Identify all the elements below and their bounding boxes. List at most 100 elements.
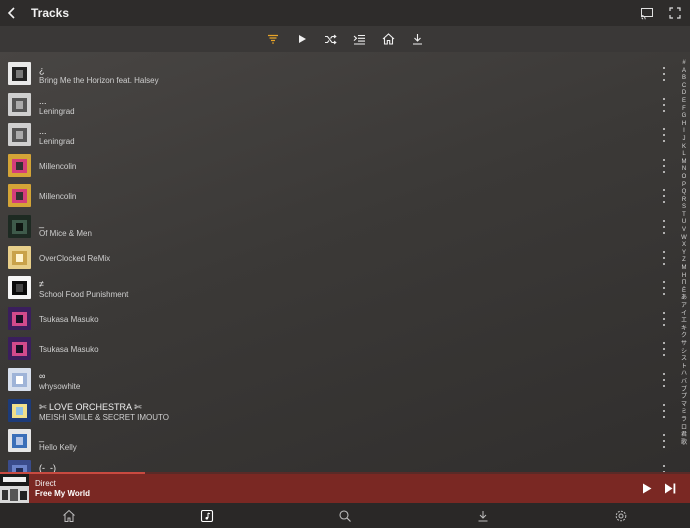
nav-search-button[interactable] bbox=[338, 509, 352, 523]
index-letter[interactable]: A bbox=[682, 68, 686, 76]
index-letter[interactable]: プ bbox=[681, 394, 687, 402]
index-letter[interactable]: B bbox=[682, 75, 686, 83]
index-letter[interactable]: H bbox=[682, 121, 686, 129]
index-letter[interactable]: ブ bbox=[681, 387, 687, 395]
more-options-icon[interactable] bbox=[660, 311, 668, 326]
index-letter[interactable]: J bbox=[683, 136, 686, 144]
track-row[interactable]: (-_-) bbox=[0, 456, 680, 472]
back-button[interactable] bbox=[1, 0, 23, 26]
track-row[interactable]: ✄ LOVE ORCHESTRA ✄ MEISHI SMILE & SECRET … bbox=[0, 395, 680, 426]
index-letter[interactable]: O bbox=[682, 174, 687, 182]
index-letter[interactable]: M bbox=[682, 159, 687, 167]
index-letter[interactable]: X bbox=[682, 242, 686, 250]
index-letter[interactable]: ロ bbox=[681, 425, 687, 433]
index-letter[interactable]: あ bbox=[681, 295, 687, 303]
index-letter[interactable]: U bbox=[682, 219, 686, 227]
index-letter[interactable]: L bbox=[682, 151, 685, 159]
index-letter[interactable]: М bbox=[682, 265, 687, 273]
download-button[interactable] bbox=[403, 26, 432, 52]
track-list[interactable]: ¿ Bring Me the Horizon feat. Halsey ... Le… bbox=[0, 58, 680, 472]
index-letter[interactable]: Y bbox=[682, 250, 686, 258]
more-options-icon[interactable] bbox=[660, 434, 668, 449]
index-letter[interactable]: E bbox=[682, 98, 686, 106]
index-letter[interactable]: ト bbox=[681, 364, 687, 372]
home-button[interactable] bbox=[374, 26, 403, 52]
track-row[interactable]: Millencolin bbox=[0, 180, 680, 211]
index-letter[interactable]: C bbox=[682, 83, 686, 91]
more-options-icon[interactable] bbox=[660, 219, 668, 234]
index-letter[interactable]: F bbox=[682, 106, 686, 114]
index-letter[interactable]: ラ bbox=[681, 417, 687, 425]
index-letter[interactable]: # bbox=[682, 60, 685, 68]
index-letter[interactable]: Q bbox=[682, 189, 687, 197]
index-letter[interactable]: N bbox=[682, 166, 686, 174]
cast-button[interactable] bbox=[640, 6, 654, 20]
track-title: ✄ LOVE ORCHESTRA ✄ bbox=[39, 401, 142, 412]
more-options-icon[interactable] bbox=[660, 97, 668, 112]
index-letter[interactable]: P bbox=[682, 182, 686, 190]
index-letter[interactable]: R bbox=[682, 197, 686, 205]
alphabet-index[interactable]: # A B C D E F G H I J K L M N O P Q R S T U V W X Y Z М Н П Ё あアイエキクサシス… bbox=[678, 60, 690, 470]
cast-icon bbox=[641, 8, 653, 20]
more-options-icon[interactable] bbox=[660, 372, 668, 387]
track-row[interactable]: OverClocked ReMix bbox=[0, 242, 680, 273]
index-letter[interactable]: T bbox=[682, 212, 686, 220]
nav-home-button[interactable] bbox=[62, 509, 76, 523]
more-options-icon[interactable] bbox=[660, 128, 668, 143]
track-row[interactable]: Tsukasa Masuko bbox=[0, 333, 680, 364]
track-row[interactable]: _ Hello Kelly bbox=[0, 425, 680, 456]
index-letter[interactable]: П bbox=[682, 280, 686, 288]
more-options-icon[interactable] bbox=[660, 464, 668, 472]
index-letter[interactable]: Z bbox=[682, 257, 686, 265]
more-options-icon[interactable] bbox=[660, 158, 668, 173]
track-row[interactable]: ... Leningrad bbox=[0, 89, 680, 120]
more-options-icon[interactable] bbox=[660, 281, 668, 296]
index-letter[interactable]: サ bbox=[681, 341, 687, 349]
index-letter[interactable]: ア bbox=[681, 303, 687, 311]
more-options-icon[interactable] bbox=[660, 189, 668, 204]
album-cover bbox=[8, 245, 31, 269]
track-row[interactable]: ¿ Bring Me the Horizon feat. Halsey bbox=[0, 58, 680, 89]
more-options-icon[interactable] bbox=[660, 67, 668, 81]
index-letter[interactable]: I bbox=[683, 128, 685, 136]
shuffle-button[interactable] bbox=[316, 26, 345, 52]
track-row[interactable]: _ Of Mice & Men bbox=[0, 211, 680, 242]
index-letter[interactable]: S bbox=[682, 204, 686, 212]
play-button[interactable] bbox=[641, 482, 653, 495]
track-row[interactable]: ∞ whysowhite bbox=[0, 364, 680, 395]
more-options-icon[interactable] bbox=[660, 403, 668, 418]
index-letter[interactable]: ス bbox=[681, 356, 687, 364]
index-letter[interactable]: V bbox=[682, 227, 686, 235]
index-letter[interactable]: Н bbox=[682, 273, 686, 281]
sort-filter-button[interactable] bbox=[258, 26, 287, 52]
index-letter[interactable]: K bbox=[682, 144, 686, 152]
more-options-icon[interactable] bbox=[660, 250, 668, 265]
more-options-icon[interactable] bbox=[660, 342, 668, 357]
index-letter[interactable]: バ bbox=[681, 379, 687, 387]
index-letter[interactable]: マ bbox=[681, 402, 687, 410]
track-row[interactable]: ... Leningrad bbox=[0, 119, 680, 150]
nav-settings-button[interactable] bbox=[614, 509, 628, 523]
play-all-button[interactable] bbox=[287, 26, 316, 52]
index-letter[interactable]: ク bbox=[681, 333, 687, 341]
index-letter[interactable]: 君 bbox=[681, 432, 687, 440]
now-playing-title: Direct bbox=[35, 479, 56, 488]
track-row[interactable]: Tsukasa Masuko bbox=[0, 303, 680, 334]
index-letter[interactable]: 歌 bbox=[681, 440, 687, 448]
index-letter[interactable]: エ bbox=[681, 318, 687, 326]
album-cover bbox=[8, 367, 31, 391]
fullscreen-button[interactable] bbox=[668, 6, 682, 20]
index-letter[interactable]: ハ bbox=[681, 371, 687, 379]
track-row[interactable]: ≠ School Food Punishment bbox=[0, 272, 680, 303]
index-letter[interactable]: W bbox=[681, 235, 687, 243]
now-playing-bar[interactable]: Direct Free My World bbox=[0, 474, 690, 503]
index-letter[interactable]: D bbox=[682, 90, 686, 98]
track-row[interactable]: Millencolin bbox=[0, 150, 680, 181]
nav-library-button[interactable] bbox=[200, 509, 214, 523]
nav-downloads-button[interactable] bbox=[476, 509, 490, 523]
next-track-button[interactable] bbox=[663, 482, 677, 495]
index-letter[interactable]: ミ bbox=[681, 409, 687, 417]
queue-button[interactable] bbox=[345, 26, 374, 52]
track-title: ≠ bbox=[39, 279, 44, 290]
index-letter[interactable]: G bbox=[682, 113, 687, 121]
